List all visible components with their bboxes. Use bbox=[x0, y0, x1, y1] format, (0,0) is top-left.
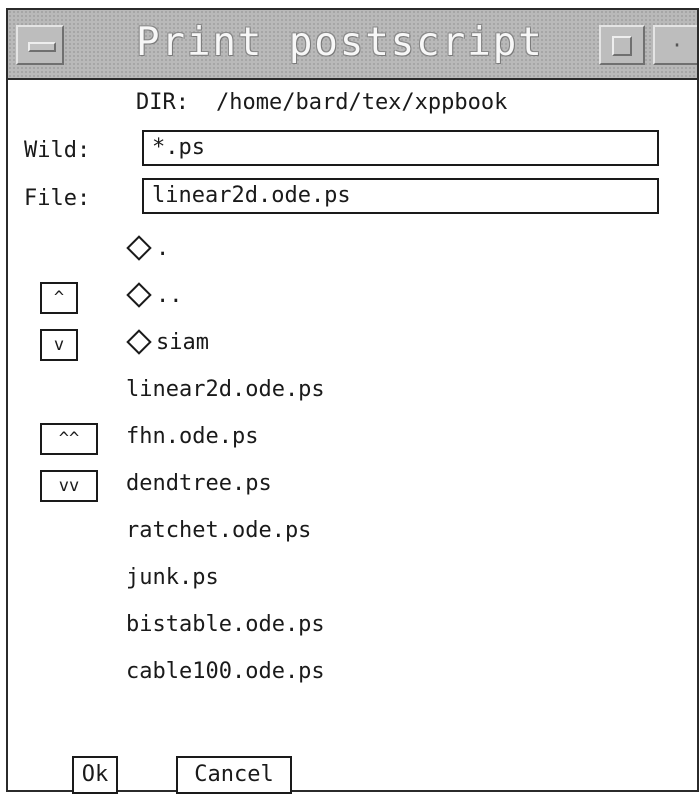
print-postscript-dialog: Print postscript · DIR: /home/bard/tex/x… bbox=[6, 8, 699, 794]
ok-button[interactable]: Ok bbox=[72, 756, 118, 794]
maximize-button[interactable] bbox=[599, 25, 645, 65]
entry-name: . bbox=[156, 236, 170, 261]
maximize-icon bbox=[612, 36, 632, 56]
file-label: File: bbox=[24, 186, 91, 211]
entry-name: siam bbox=[156, 330, 209, 355]
folder-diamond-icon bbox=[126, 234, 152, 261]
title-bar[interactable]: Print postscript · bbox=[8, 10, 697, 80]
list-item[interactable]: dendtree.ps bbox=[126, 471, 272, 496]
minimize-button[interactable]: · bbox=[653, 25, 697, 65]
folder-diamond-icon bbox=[126, 281, 152, 308]
file-input[interactable]: linear2d.ode.ps bbox=[142, 178, 659, 214]
dir-label: DIR: bbox=[136, 90, 189, 115]
list-item[interactable]: junk.ps bbox=[126, 565, 219, 590]
folder-diamond-icon bbox=[126, 328, 152, 355]
window-title: Print postscript bbox=[136, 20, 544, 65]
wild-label: Wild: bbox=[24, 138, 91, 163]
list-item[interactable]: siam bbox=[126, 328, 209, 355]
list-item[interactable]: bistable.ode.ps bbox=[126, 612, 325, 637]
page-down-button[interactable]: vv bbox=[40, 470, 98, 502]
dir-path: /home/bard/tex/xppbook bbox=[216, 90, 508, 115]
cancel-button[interactable]: Cancel bbox=[176, 756, 292, 794]
scroll-down-button[interactable]: v bbox=[40, 329, 78, 361]
scroll-up-button[interactable]: ^ bbox=[40, 282, 78, 314]
list-item[interactable]: .. bbox=[126, 281, 183, 308]
list-item[interactable]: cable100.ode.ps bbox=[126, 659, 325, 684]
minimize-icon: · bbox=[671, 33, 684, 57]
list-item[interactable]: . bbox=[126, 234, 170, 261]
wild-input[interactable]: *.ps bbox=[142, 130, 659, 166]
list-item[interactable]: fhn.ode.ps bbox=[126, 424, 258, 449]
entry-name: .. bbox=[156, 283, 183, 308]
page-up-button[interactable]: ^^ bbox=[40, 423, 98, 455]
window-menu-button[interactable] bbox=[16, 25, 64, 65]
list-item[interactable]: ratchet.ode.ps bbox=[126, 518, 311, 543]
window-menu-icon bbox=[28, 42, 56, 52]
list-item[interactable]: linear2d.ode.ps bbox=[126, 377, 325, 402]
